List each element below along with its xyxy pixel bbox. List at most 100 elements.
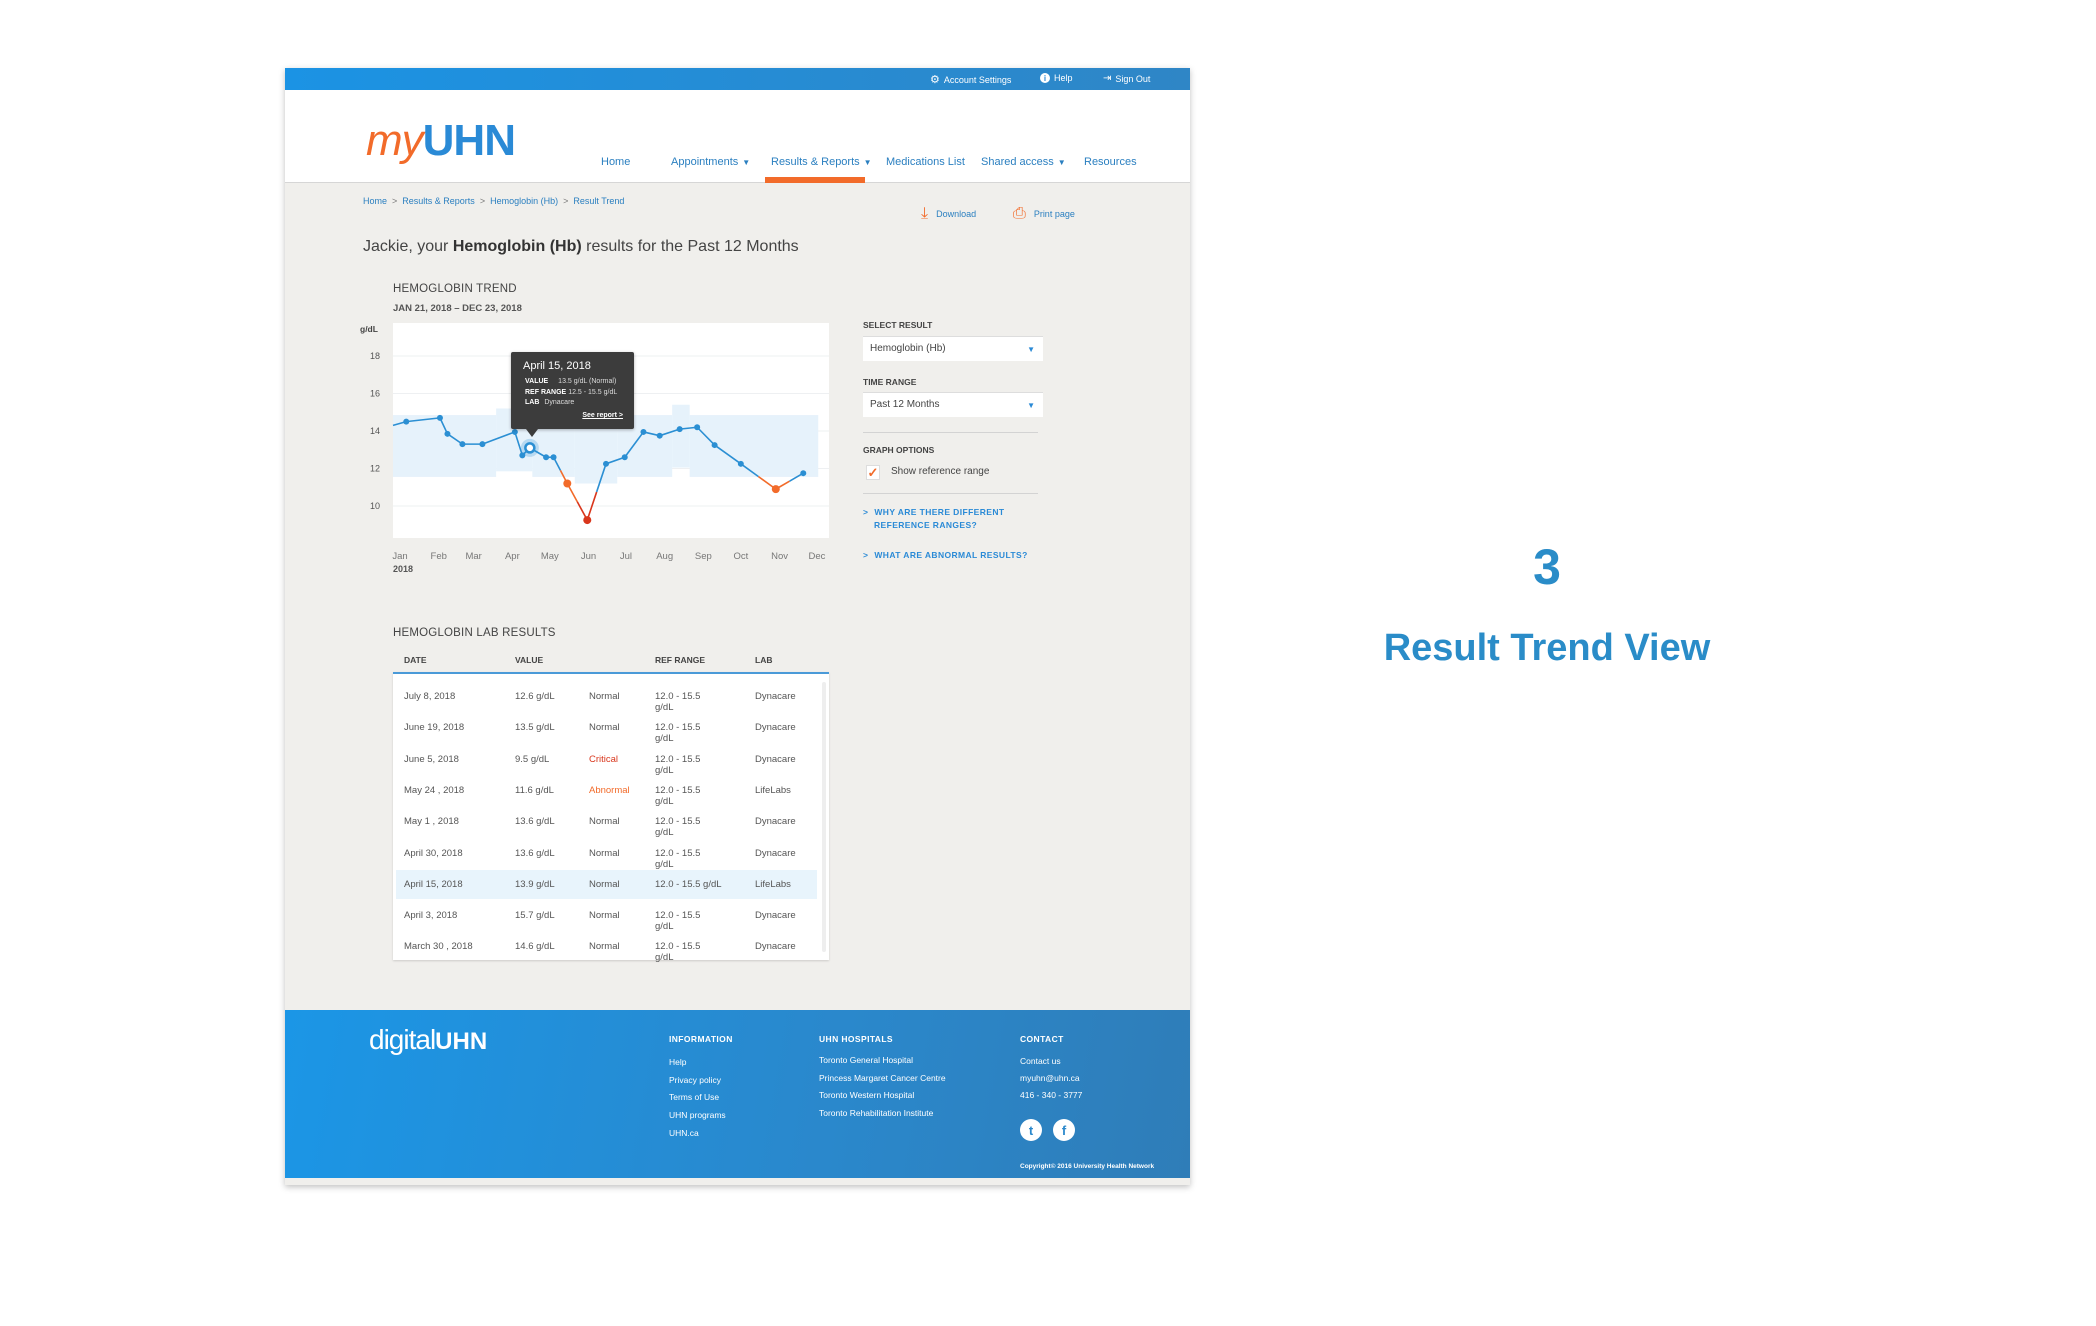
data-point-normal xyxy=(711,442,718,449)
col-lab[interactable]: LAB xyxy=(755,655,772,665)
chevron-right-icon: > xyxy=(863,550,869,560)
why-different-ranges-link[interactable]: > WHY ARE THERE DIFFERENT REFERENCE RANGES… xyxy=(863,507,1004,534)
cell-value: 13.5 g/dL xyxy=(515,722,555,734)
cell-ref: 12.0 - 15.5 g/dL xyxy=(655,722,701,745)
show-reference-range-label[interactable]: Show reference range xyxy=(891,466,989,477)
cell-date: March 30 , 2018 xyxy=(404,941,473,953)
cell-lab: Dynacare xyxy=(755,941,796,953)
cell-date: April 30, 2018 xyxy=(404,847,463,859)
y-tick-label: 16 xyxy=(370,389,380,399)
cell-ref: 12.0 - 15.5 g/dL xyxy=(655,878,722,890)
cell-date: May 1 , 2018 xyxy=(404,816,459,828)
y-tick-label: 18 xyxy=(370,351,380,361)
data-point-normal xyxy=(737,460,744,467)
footer-link[interactable]: Toronto Rehabilitation Institute xyxy=(819,1108,933,1118)
table-row[interactable]: July 8, 2018 12.6 g/dL Normal 12.0 - 15.5 g… xyxy=(396,682,796,713)
cell-ref: 12.0 - 15.5 g/dL xyxy=(655,910,701,933)
table-row[interactable]: May 24 , 2018 11.6 g/dL Abnormal 12.0 - 15.… xyxy=(396,776,791,807)
cell-status: Normal xyxy=(589,847,620,859)
cell-date: June 19, 2018 xyxy=(404,722,465,734)
table-row[interactable]: April 15, 2018 13.9 g/dL Normal 12.0 - 15.5… xyxy=(396,869,817,899)
hemoglobin-trend-chart: 10 12 14 16 18 g/dL Jan Feb Mar Apr May Jun Jul Aug Se… xyxy=(360,323,829,574)
tooltip-value: 13.5 g/dL (Normal) xyxy=(558,378,617,385)
lab-results-table: July 8, 2018 12.6 g/dL Normal 12.0 - 15.5 g… xyxy=(393,672,829,964)
cell-lab: Dynacare xyxy=(755,691,796,702)
footer-link[interactable]: 416 - 340 - 3777 xyxy=(1020,1090,1082,1100)
copyright: Copyright© 2016 University Health Networ… xyxy=(1020,1163,1155,1170)
what-are-abnormal-link[interactable]: > WHAT ARE ABNORMAL RESULTS? xyxy=(863,550,1028,560)
cell-status: Abnormal xyxy=(589,784,630,796)
cell-value: 13.6 g/dL xyxy=(515,847,555,859)
digital-uhn-logo[interactable]: digitalUHN xyxy=(369,1024,487,1056)
footer-link[interactable]: Princess Margaret Cancer Centre xyxy=(819,1073,946,1083)
cell-value: 13.9 g/dL xyxy=(515,878,555,890)
col-date[interactable]: DATE xyxy=(404,655,427,665)
footer-link[interactable]: UHN.ca xyxy=(669,1128,699,1138)
site-footer: digitalUHN INFORMATION Help Privacy polic… xyxy=(285,1010,1190,1178)
col-value[interactable]: VALUE xyxy=(515,655,543,665)
cell-value: 14.6 g/dL xyxy=(515,941,555,953)
x-tick-label: Nov xyxy=(771,551,788,562)
data-point-normal xyxy=(676,426,683,433)
facebook-icon[interactable]: f xyxy=(1053,1119,1075,1141)
tooltip-ref-range: 12.5 - 15.5 g/dL xyxy=(568,389,618,396)
x-tick-label: Mar xyxy=(465,551,481,562)
cell-lab: Dynacare xyxy=(755,722,796,734)
divider xyxy=(863,432,1038,433)
chart-tooltip: April 15, 2018 VALUE 13.5 g/dL (Normal) … xyxy=(511,352,634,437)
time-range-dropdown[interactable]: Past 12 Months ▼ xyxy=(863,392,1043,417)
cell-status: Critical xyxy=(589,753,619,765)
x-tick-label: Jan xyxy=(392,551,407,562)
cell-lab: Dynacare xyxy=(755,816,796,828)
see-report-link[interactable]: See report > xyxy=(582,412,623,419)
tooltip-date: April 15, 2018 xyxy=(523,360,591,372)
footer-link[interactable]: Privacy policy xyxy=(669,1075,721,1085)
lab-results-heading: HEMOGLOBIN LAB RESULTS xyxy=(393,627,556,639)
cell-value: 13.6 g/dL xyxy=(515,816,555,828)
footer-link[interactable]: Toronto Western Hospital xyxy=(819,1090,914,1100)
show-reference-range-checkbox[interactable]: ✓ xyxy=(866,465,880,480)
twitter-icon[interactable]: t xyxy=(1020,1119,1042,1141)
cell-status: Normal xyxy=(589,878,620,890)
y-axis-unit: g/dL xyxy=(360,324,378,334)
x-tick-label: Feb xyxy=(431,551,447,562)
select-result-dropdown[interactable]: Hemoglobin (Hb) ▼ xyxy=(863,336,1043,361)
table-row[interactable]: April 3, 2018 15.7 g/dL Normal 12.0 - 15.5 … xyxy=(396,901,796,933)
selected-data-point xyxy=(524,442,536,454)
footer-link[interactable]: Terms of Use xyxy=(669,1092,719,1102)
x-tick-label: May xyxy=(541,551,559,562)
table-scrollbar[interactable] xyxy=(822,682,826,952)
x-tick-label: Sep xyxy=(695,551,712,562)
footer-link[interactable]: Help xyxy=(669,1057,686,1067)
cell-ref: 12.0 - 15.5 g/dL xyxy=(655,847,701,870)
cell-status: Normal xyxy=(589,722,620,734)
annotation-number: 3 xyxy=(1533,539,1561,595)
table-row[interactable]: March 30 , 2018 14.6 g/dL Normal 12.0 - 15.… xyxy=(396,932,796,964)
reference-range-band xyxy=(672,404,690,468)
footer-link[interactable]: myuhn@uhn.ca xyxy=(1020,1073,1080,1083)
footer-link[interactable]: UHN programs xyxy=(669,1110,726,1120)
cell-value: 12.6 g/dL xyxy=(515,691,555,702)
table-row[interactable]: June 19, 2018 13.5 g/dL Normal 12.0 - 15.5 … xyxy=(396,713,796,745)
divider xyxy=(863,493,1038,494)
data-point-normal xyxy=(543,454,550,461)
table-row[interactable]: April 30, 2018 13.6 g/dL Normal 12.0 - 15.5… xyxy=(396,839,796,870)
caret-down-icon: ▼ xyxy=(1027,401,1035,410)
table-row[interactable]: May 1 , 2018 13.6 g/dL Normal 12.0 - 15.5 g… xyxy=(396,807,796,839)
table-row[interactable]: June 5, 2018 9.5 g/dL Critical 12.0 - 15.5 … xyxy=(396,745,796,776)
cell-value: 9.5 g/dL xyxy=(515,753,550,765)
data-point-abnormal xyxy=(563,479,572,488)
footer-link[interactable]: Toronto General Hospital xyxy=(819,1055,913,1065)
data-point-normal xyxy=(511,428,518,435)
cell-value: 11.6 g/dL xyxy=(515,784,554,796)
cell-lab: Dynacare xyxy=(755,753,796,765)
select-result-label: SELECT RESULT xyxy=(863,320,933,330)
cell-ref: 12.0 - 15.5 g/dL xyxy=(655,941,701,964)
footer-link[interactable]: Contact us xyxy=(1020,1056,1061,1066)
time-range-label: TIME RANGE xyxy=(863,377,917,387)
x-tick-label: Apr xyxy=(505,551,520,562)
cell-ref: 12.0 - 15.5 g/dL xyxy=(655,816,701,839)
col-ref-range[interactable]: REF RANGE xyxy=(655,655,705,665)
x-tick-label: Dec xyxy=(809,551,826,562)
data-point-normal xyxy=(621,454,628,461)
